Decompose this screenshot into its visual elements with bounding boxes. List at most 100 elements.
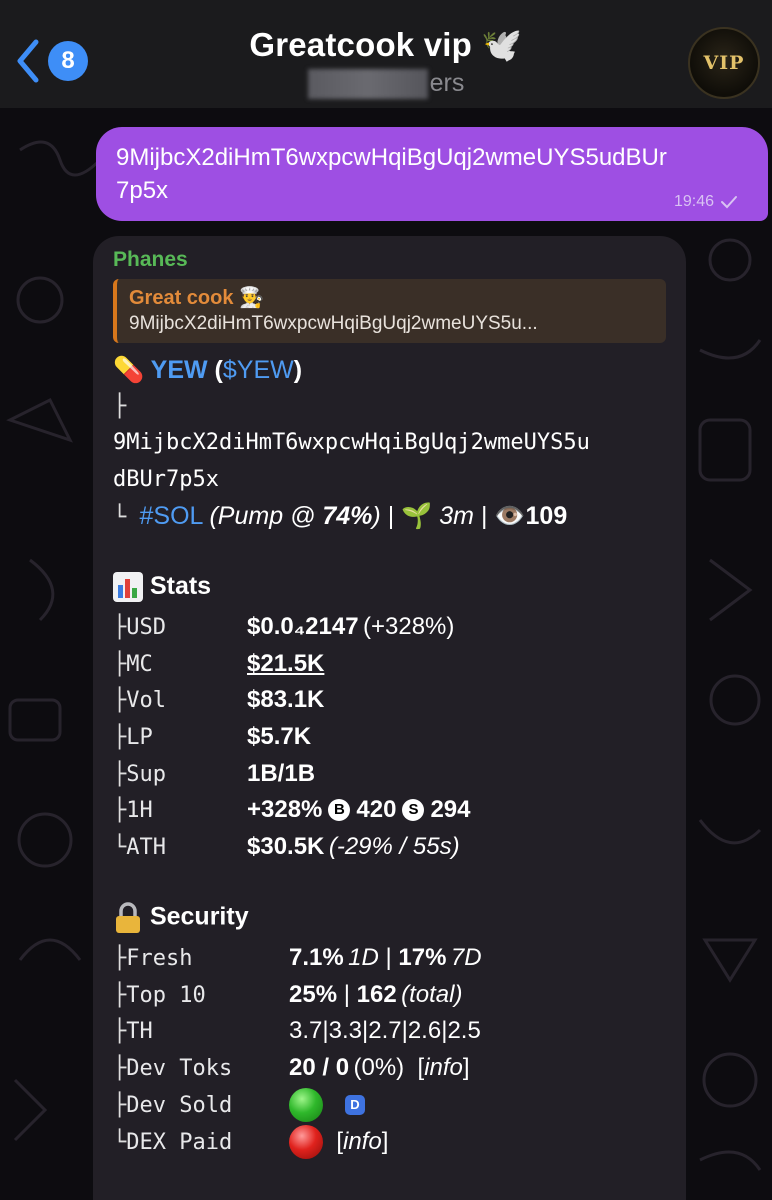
stat-label: Sup — [126, 761, 166, 787]
bracket-close: ] — [381, 1128, 389, 1155]
tree-end-icon: └ — [113, 834, 127, 860]
separator: | — [480, 502, 495, 530]
chat-title-area[interactable]: Greatcook vip 🕊️ ers — [0, 26, 772, 101]
token-address-line1[interactable]: 9MijbcX2diHmT6wxpcwHqiBgUqj2wmeUYS5u — [113, 430, 590, 455]
fresh-1d-unit: 1D — [348, 944, 379, 971]
tree-branch-icon: ├ — [113, 1055, 127, 1081]
paren-close: ) — [293, 356, 303, 384]
red-circle-icon — [289, 1125, 323, 1159]
stat-usd-value: $0.0₄2147 — [247, 613, 359, 640]
stat-label: USD — [126, 614, 166, 640]
security-heading: Security — [113, 902, 249, 934]
bracket-open: [ — [323, 1128, 344, 1155]
token-symbol-link[interactable]: $YEW — [223, 356, 294, 384]
bar-chart-icon — [113, 572, 143, 603]
message-meta: 19:46 — [674, 193, 738, 211]
stat-row-usd: ├USD $0.0₄2147 (+328%) — [113, 609, 454, 645]
tree-branch-icon: ├ — [113, 724, 127, 750]
subtitle-text: ers — [429, 69, 465, 97]
token-chain-line: └ #SOL (Pump @ 74%) | 🌱 3m | 👁️109 — [113, 502, 567, 531]
reply-quote[interactable]: Great cook 👨‍🍳 9MijbcX2diHmT6wxpcwHqiBgU… — [113, 279, 666, 343]
stat-1h-value: +328% — [247, 796, 323, 823]
stat-label: 1H — [126, 797, 153, 823]
stat-key-usd: ├USD — [113, 615, 247, 640]
incoming-message-bubble[interactable]: Phanes Great cook 👨‍🍳 9MijbcX2diHmT6wxpc… — [93, 236, 686, 1200]
security-row-devtoks: ├Dev Toks 20 / 0 (0%) [info] — [113, 1050, 470, 1086]
stat-row-sup: ├Sup 1B/1B — [113, 756, 315, 792]
devtoks-info-link[interactable]: info — [424, 1054, 463, 1082]
devtoks-value: 20 / 0 — [289, 1054, 350, 1081]
chain-hashtag[interactable]: #SOL — [140, 502, 203, 530]
security-row-devsold: ├Dev Sold D — [113, 1087, 365, 1123]
stat-row-ath: └ATH $30.5K (-29% / 55s) — [113, 829, 460, 865]
token-title-line: 💊 YEW ($YEW) — [113, 356, 302, 385]
stat-label: LP — [126, 724, 153, 750]
reply-text: 9MijbcX2diHmT6wxpcwHqiBgUqj2wmeUYS5u... — [129, 313, 538, 334]
stat-mc-link[interactable]: $21.5K — [247, 650, 324, 678]
token-name-link[interactable]: YEW — [151, 356, 208, 384]
stat-row-vol: ├Vol $83.1K — [113, 682, 324, 718]
stat-row-1h: ├1H +328% B 420 S 294 — [113, 792, 471, 828]
group-avatar[interactable]: VIP — [688, 27, 760, 99]
sells-icon: S — [402, 799, 425, 821]
dexpaid-info-link[interactable]: info — [343, 1128, 382, 1156]
pill-icon: 💊 — [113, 356, 145, 384]
green-circle-icon — [289, 1088, 323, 1122]
security-row-fresh: ├Fresh 7.1% 1D | 17% 7D — [113, 940, 482, 976]
separator: | — [378, 944, 399, 971]
stat-1h-buys: 420 — [356, 796, 397, 823]
separator: | — [387, 502, 402, 530]
stat-sup-value: 1B/1B — [247, 760, 316, 787]
security-row-th: ├TH 3.7 | 3.3 | 2.7 | 2.6 | 2.5 — [113, 1013, 481, 1049]
outgoing-message-bubble[interactable]: 9MijbcX2diHmT6wxpcwHqiBgUqj2wmeUYS5udBUr… — [96, 127, 768, 221]
stat-row-lp: ├LP $5.7K — [113, 719, 311, 755]
fresh-7d-unit: 7D — [450, 944, 482, 971]
devtoks-pct: (0%) — [353, 1054, 405, 1081]
th-value-link[interactable]: 2.7 — [368, 1017, 401, 1045]
view-count: 109 — [525, 502, 568, 530]
stat-key-mc: ├MC — [113, 652, 247, 677]
th-value-link[interactable]: 3.7 — [289, 1017, 322, 1045]
security-row-top10: ├Top 10 25% | 162 (total) — [113, 977, 462, 1013]
th-value-link[interactable]: 2.5 — [447, 1017, 480, 1045]
check-icon — [721, 196, 737, 209]
security-label: Fresh — [126, 945, 193, 971]
tree-branch-icon: ├ — [113, 614, 127, 640]
tree-end-icon: └ — [113, 505, 140, 530]
stat-row-mc: ├MC $21.5K — [113, 646, 324, 682]
tree-branch-icon: ├ — [113, 945, 127, 971]
stat-1h-sells: 294 — [430, 796, 471, 823]
th-value-link[interactable]: 2.6 — [408, 1017, 441, 1045]
separator: | — [337, 981, 357, 1008]
tree-branch-icon: ├ — [113, 651, 127, 677]
th-value-link[interactable]: 3.3 — [329, 1017, 362, 1045]
bracket-close: ] — [462, 1054, 470, 1081]
redacted-blur — [307, 69, 428, 100]
security-key-top10: ├Top 10 — [113, 983, 289, 1008]
security-label: TH — [126, 1018, 153, 1044]
eye-icon: 👁️ — [494, 502, 526, 530]
token-address-line2[interactable]: dBUr7p5x — [113, 467, 219, 492]
security-label: Dev Sold — [126, 1092, 233, 1118]
stat-key-sup: ├Sup — [113, 762, 247, 787]
top10-total-unit: (total) — [401, 981, 463, 1008]
pump-prefix: (Pump @ — [209, 502, 323, 530]
stat-key-ath: └ATH — [113, 835, 247, 860]
seedling-icon: 🌱 — [401, 502, 433, 530]
stat-key-vol: ├Vol — [113, 688, 247, 713]
tree-branch-icon: ├ — [113, 797, 127, 823]
stat-label: MC — [126, 651, 153, 677]
stat-key-lp: ├LP — [113, 725, 247, 750]
stat-label: Vol — [126, 687, 166, 713]
message-time: 19:46 — [673, 193, 714, 210]
security-label: Dev Toks — [126, 1055, 233, 1081]
security-key-th: ├TH — [113, 1019, 289, 1044]
dev-sold-badge[interactable]: D — [345, 1095, 365, 1115]
sender-name[interactable]: Phanes — [113, 248, 666, 274]
chat-subtitle: ers — [307, 69, 465, 101]
chat-header: 8 Greatcook vip 🕊️ ers VIP — [0, 0, 772, 108]
security-label: DEX Paid — [126, 1129, 233, 1155]
tree-branch-icon: ├ — [113, 394, 127, 419]
stat-vol-value: $83.1K — [247, 686, 325, 713]
security-key-fresh: ├Fresh — [113, 946, 289, 971]
